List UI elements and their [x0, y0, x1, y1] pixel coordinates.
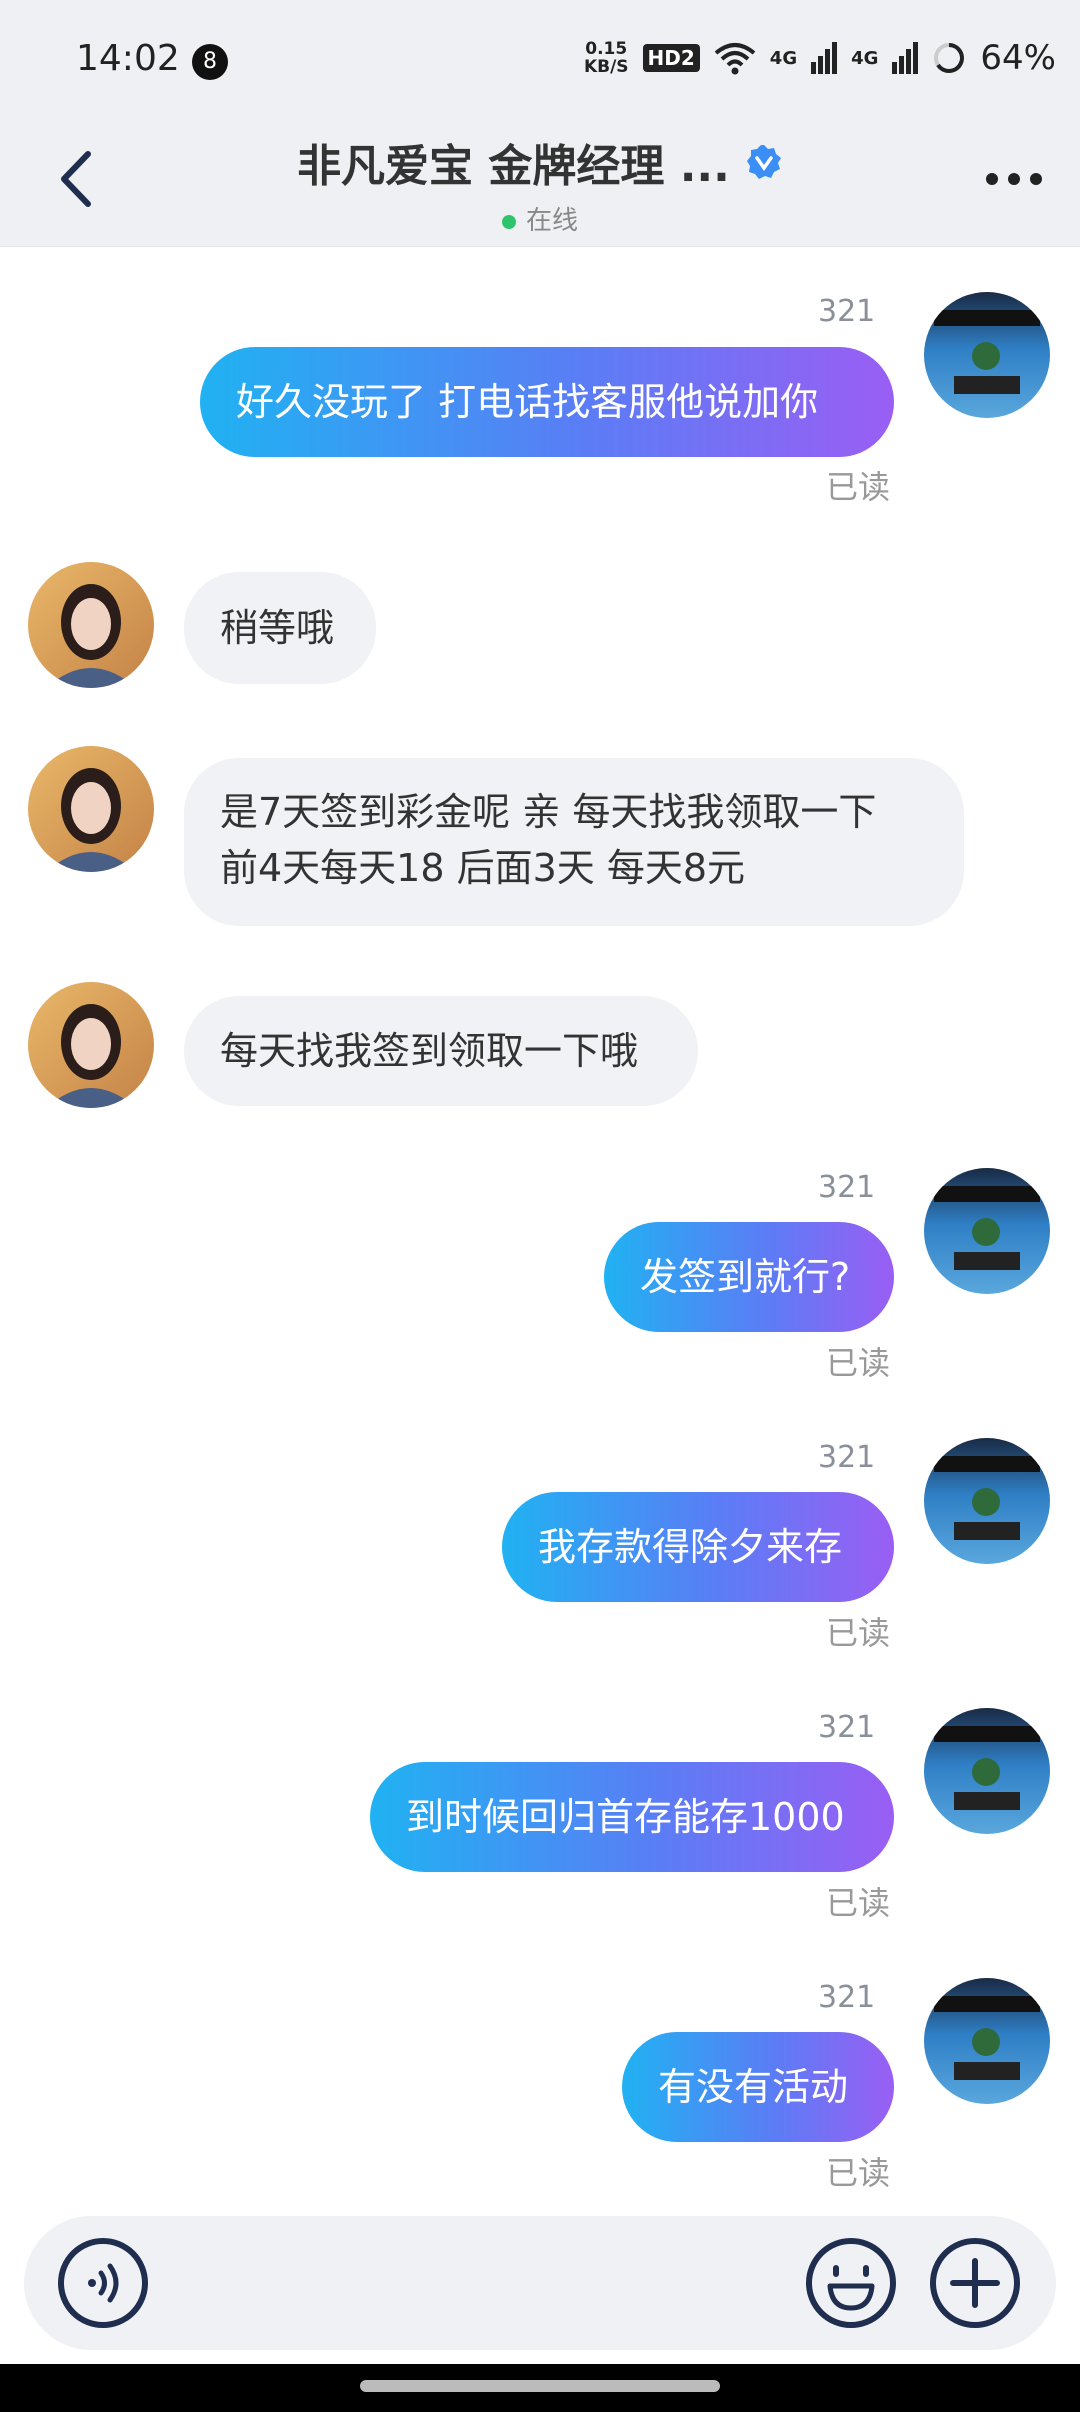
- read-status: 已读: [826, 468, 891, 506]
- message-line: 是7天签到彩金呢 亲 每天找我领取一下: [220, 790, 877, 834]
- my-avatar[interactable]: [924, 1438, 1050, 1564]
- wifi-icon: [714, 43, 756, 75]
- signal-bars-icon: [811, 42, 838, 74]
- hd-icon: HD2: [642, 44, 700, 72]
- my-avatar[interactable]: [924, 1168, 1050, 1294]
- status-icons: 0.15 KB/S HD2 4G 4G 64%: [584, 38, 1056, 78]
- my-avatar[interactable]: [924, 1708, 1050, 1834]
- chat-title: 非凡爱宝 金牌经理 ...: [297, 141, 730, 192]
- message-bubble-outgoing[interactable]: 我存款得除夕来存: [502, 1492, 894, 1602]
- battery-percent: 64%: [980, 38, 1056, 78]
- home-gesture-handle[interactable]: [360, 2380, 720, 2392]
- voice-icon[interactable]: [56, 2236, 150, 2330]
- plus-icon[interactable]: [928, 2236, 1022, 2330]
- verified-check-icon: [746, 145, 781, 179]
- message-bubble-incoming[interactable]: 是7天签到彩金呢 亲 每天找我领取一下 前4天每天18 后面3天 每天8元: [184, 758, 964, 926]
- message-sender: 321: [818, 1170, 876, 1205]
- signal-bars-icon: [892, 42, 919, 74]
- battery-ring-icon: [934, 43, 965, 73]
- title-area[interactable]: 非凡爱宝 金牌经理 ... 在线: [200, 130, 880, 237]
- message-bubble-outgoing[interactable]: 到时候回归首存能存1000: [370, 1762, 894, 1872]
- contact-avatar[interactable]: [28, 746, 154, 872]
- message-input-bar[interactable]: [24, 2216, 1056, 2350]
- presence-status: 在线: [200, 200, 880, 237]
- read-status: 已读: [826, 1614, 891, 1652]
- status-time: 14:02: [76, 38, 180, 79]
- message-bubble-outgoing[interactable]: 有没有活动: [622, 2032, 894, 2142]
- chat-header: 非凡爱宝 金牌经理 ... 在线: [0, 120, 1080, 247]
- system-navigation-bar: [0, 2364, 1080, 2412]
- read-status: 已读: [826, 1344, 891, 1382]
- contact-avatar[interactable]: [28, 982, 154, 1108]
- message-sender: 321: [818, 1440, 876, 1475]
- read-status: 已读: [826, 1884, 891, 1922]
- read-status: 已读: [826, 2154, 891, 2192]
- message-sender: 321: [818, 294, 876, 329]
- my-avatar[interactable]: [924, 292, 1050, 418]
- message-bubble-outgoing[interactable]: 发签到就行?: [604, 1222, 894, 1332]
- message-bubble-incoming[interactable]: 每天找我签到领取一下哦: [184, 996, 698, 1106]
- message-sender: 321: [818, 1710, 876, 1745]
- notification-badge: 8: [192, 44, 228, 80]
- emoji-icon[interactable]: [804, 2236, 898, 2330]
- message-bubble-outgoing[interactable]: 好久没玩了 打电话找客服他说加你: [200, 347, 894, 457]
- message-bubble-incoming[interactable]: 稍等哦: [184, 572, 376, 684]
- message-sender: 321: [818, 1980, 876, 2015]
- status-bar: 14:02 8 0.15 KB/S HD2 4G 4G 64%: [0, 0, 1080, 120]
- message-line: 前4天每天18 后面3天 每天8元: [220, 846, 746, 890]
- online-dot: [501, 214, 516, 229]
- contact-avatar[interactable]: [28, 562, 154, 688]
- back-arrow-icon[interactable]: [50, 144, 110, 214]
- my-avatar[interactable]: [924, 1978, 1050, 2104]
- signal-1-label: 4G: [769, 47, 798, 69]
- network-speed: 0.15 KB/S: [583, 39, 629, 77]
- signal-2-label: 4G: [851, 47, 879, 69]
- more-dots-icon[interactable]: [982, 164, 1046, 194]
